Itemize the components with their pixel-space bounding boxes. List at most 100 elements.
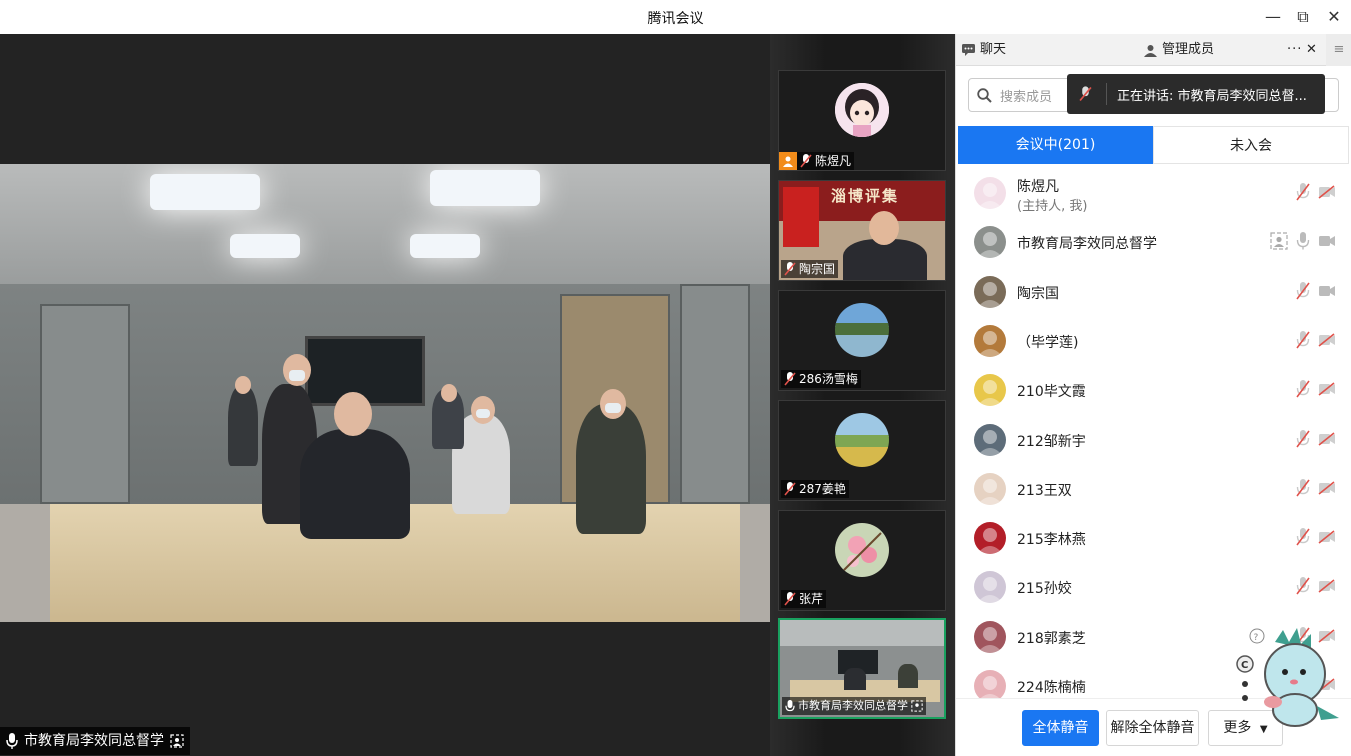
minimize-button[interactable]: —: [1262, 6, 1284, 28]
mascot-assistant-icon[interactable]: ? C: [1235, 622, 1351, 730]
camera-off-icon[interactable]: [1318, 185, 1336, 203]
member-row[interactable]: 215李林燕: [956, 513, 1351, 562]
mic-muted-icon[interactable]: [1296, 380, 1310, 402]
avatar: [835, 303, 889, 357]
member-name: 212邹新宇: [1017, 433, 1086, 450]
thumbnail-label: 286汤雪梅: [781, 370, 861, 388]
unmute-all-button[interactable]: 解除全体静音: [1106, 710, 1199, 746]
member-row[interactable]: 市教育局李效同总督学: [956, 217, 1351, 266]
tab-chat-label: 聊天: [980, 42, 1007, 57]
camera-off-icon[interactable]: [1318, 481, 1336, 499]
mic-muted-icon: [784, 592, 796, 606]
member-media-controls: [1296, 380, 1336, 402]
close-panel-button[interactable]: ✕: [1306, 34, 1317, 66]
thumbnail-name: 市教育局李效同总督学: [798, 699, 908, 712]
member-media-controls: [1296, 478, 1336, 501]
member-list: 陈煜凡 (主持人, 我) 市教育局李效同总督学陶宗国 （毕学莲) 210毕文霞 212邹新…: [956, 168, 1351, 698]
member-media-controls: [1296, 330, 1336, 353]
member-row[interactable]: 陈煜凡 (主持人, 我): [956, 168, 1351, 217]
camera-off-icon[interactable]: [1318, 382, 1336, 400]
microphone-icon: [785, 699, 795, 711]
thumbnail-participant[interactable]: 淄博评集 陶宗国: [778, 180, 946, 281]
member-name: 陈煜凡: [1017, 179, 1059, 195]
avatar: [974, 571, 1006, 604]
search-placeholder: 搜索成员: [1000, 89, 1053, 105]
mic-muted-icon[interactable]: [1296, 281, 1310, 304]
thumbnail-name: 陶宗国: [799, 262, 836, 276]
avatar: [835, 413, 889, 467]
mic-muted-icon[interactable]: [1296, 577, 1310, 599]
mic-muted-icon: [800, 154, 812, 168]
mic-muted-icon[interactable]: [1296, 330, 1310, 353]
chat-icon: [962, 44, 975, 56]
camera-icon[interactable]: [1318, 234, 1336, 252]
member-row[interactable]: （毕学莲): [956, 316, 1351, 365]
window-title: 腾讯会议: [647, 11, 704, 27]
mic-muted-icon[interactable]: [1296, 429, 1310, 452]
avatar: [974, 472, 1006, 505]
thumbnail-label: 市教育局李效同总督学: [782, 697, 926, 715]
avatar: [835, 523, 889, 577]
avatar: [974, 177, 1006, 209]
mic-muted-icon[interactable]: [1296, 478, 1310, 501]
conference-room-video: [0, 164, 770, 622]
tab-in-meeting[interactable]: 会议中(201): [958, 126, 1153, 164]
title-bar: 腾讯会议 — ⧉ ✕: [0, 0, 1351, 34]
tab-chat[interactable]: 聊天: [962, 34, 1006, 66]
now-speaking-text: 正在讲话: 市教育局李效同总督...: [1117, 88, 1307, 104]
member-media-controls: [1270, 232, 1336, 254]
avatar: [974, 374, 1006, 407]
member-name: 215孙姣: [1017, 581, 1072, 598]
member-row[interactable]: 215孙姣: [956, 562, 1351, 611]
microphone-icon: [6, 733, 18, 749]
member-name: 224陈楠楠: [1017, 680, 1086, 696]
member-media-controls: [1296, 528, 1336, 550]
tab-not-joined[interactable]: 未入会: [1153, 126, 1349, 164]
thumbnail-name: 286汤雪梅: [799, 372, 858, 386]
camera-icon[interactable]: [1318, 284, 1336, 302]
microphone-icon[interactable]: [1296, 232, 1310, 254]
tab-manage-label: 管理成员: [1162, 42, 1215, 57]
thumbnail-participant[interactable]: 286汤雪梅: [778, 290, 946, 391]
mute-all-button[interactable]: 全体静音: [1022, 710, 1099, 746]
thumbnail-participant-active[interactable]: 市教育局李效同总督学: [778, 618, 946, 719]
member-name: 210毕文霞: [1017, 384, 1086, 401]
thumbnail-participant[interactable]: 287姜艳: [778, 400, 946, 501]
member-row[interactable]: 213王双: [956, 464, 1351, 513]
thumbnail-label: 陶宗国: [781, 260, 839, 278]
thumbnail-label: 陈煜凡: [779, 152, 855, 170]
camera-off-icon[interactable]: [1318, 579, 1336, 597]
member-row[interactable]: 陶宗国: [956, 267, 1351, 316]
screen-share-icon[interactable]: [1270, 232, 1288, 254]
main-video-area[interactable]: 市教育局李效同总督学: [0, 34, 770, 756]
avatar: [974, 620, 1006, 653]
restore-button[interactable]: ⧉: [1292, 6, 1314, 28]
avatar: [974, 324, 1006, 357]
member-name: 215李林燕: [1017, 532, 1086, 549]
close-button[interactable]: ✕: [1323, 6, 1345, 28]
mic-muted-icon: [784, 262, 796, 276]
mic-muted-icon: [1079, 86, 1092, 102]
panel-menu-button[interactable]: ≡: [1326, 34, 1351, 66]
thumbnail-participant[interactable]: 陈煜凡: [778, 70, 946, 171]
active-speaker-name: 市教育局李效同总督学: [24, 733, 164, 749]
camera-off-icon[interactable]: [1318, 333, 1336, 351]
mic-muted-icon[interactable]: [1296, 528, 1310, 550]
tab-manage-members[interactable]: 管理成员: [1144, 34, 1214, 66]
camera-off-icon[interactable]: [1318, 431, 1336, 450]
member-media-controls: [1296, 281, 1336, 304]
host-icon: [779, 152, 797, 170]
member-row[interactable]: 210毕文霞: [956, 365, 1351, 414]
svg-text:C: C: [1241, 660, 1248, 671]
thumbnail-participant[interactable]: 张芹: [778, 510, 946, 611]
screen-share-icon: [170, 734, 184, 748]
camera-off-icon[interactable]: [1318, 530, 1336, 548]
member-name: 218郭素芝: [1017, 630, 1086, 647]
member-row[interactable]: 212邹新宇: [956, 415, 1351, 464]
mic-muted-icon[interactable]: [1296, 183, 1310, 205]
active-speaker-tag: 市教育局李效同总督学: [0, 727, 190, 755]
member-media-controls: [1296, 577, 1336, 599]
member-name: 市教育局李效同总督学: [1017, 236, 1157, 253]
more-options-button[interactable]: ···: [1287, 34, 1302, 66]
avatar: [974, 226, 1006, 259]
